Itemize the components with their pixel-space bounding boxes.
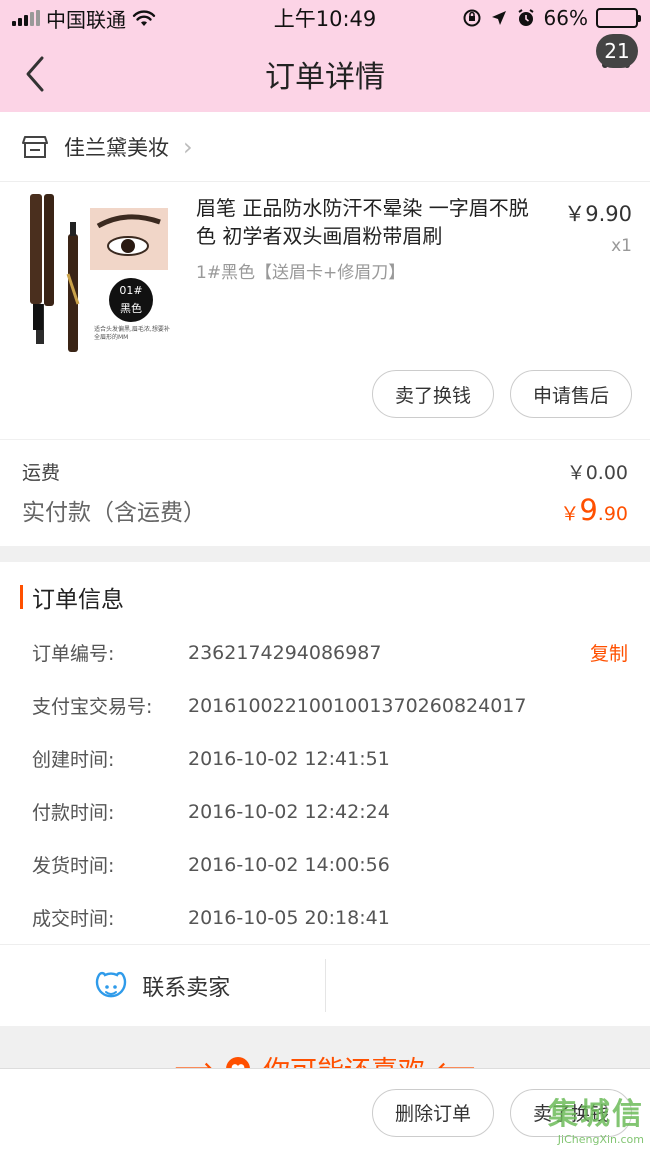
copy-button[interactable]: 复制 [590,639,628,666]
status-bar: 中国联通 上午10:49 66% [0,0,650,36]
location-icon [491,11,506,25]
back-arrow-icon[interactable] [20,54,50,94]
contact-seller-label: 联系卖家 [142,975,231,1001]
product-image[interactable]: 01# 黑色 适合头发偏黑,眉毛浓,想要补全眉形的MM [28,194,170,352]
product-price: ￥9.90 [564,202,632,226]
wifi-icon [132,10,156,26]
shop-name[interactable]: 佳兰黛美妆 [64,132,169,162]
contact-empty-slot [324,959,650,1012]
freight-value: ￥0.00 [566,461,628,484]
freight-label: 运费 [22,461,61,484]
sell-button[interactable]: 卖了换钱 [371,370,494,418]
contact-bar: 联系卖家 [0,944,650,1026]
info-row-alipay-number: 支付宝交易号: 2016100221001001370260824017 [32,694,527,719]
paid-amount: ￥9.90 [560,493,628,527]
chevron-right-icon: › [183,132,193,161]
contact-seller-button[interactable]: 联系卖家 [0,945,325,1026]
battery-icon [596,8,641,28]
item-actions: 卖了换钱 申请售后 [0,358,650,440]
section-title: 订单信息 [32,587,124,613]
page-title: 订单详情 [265,60,385,95]
info-row-order-number: 订单编号: 2362174294086987 复制 [32,626,628,679]
shop-row[interactable]: 佳兰黛美妆 › [0,112,650,182]
watermark-logo: 集城信 JiChengXin.com [548,1097,644,1146]
paid-label: 实付款（含运费） [22,500,206,526]
order-info-list: 订单编号: 2362174294086987 复制 支付宝交易号: 201610… [0,612,650,944]
delete-order-button[interactable]: 删除订单 [371,1088,494,1137]
product-row[interactable]: 01# 黑色 适合头发偏黑,眉毛浓,想要补全眉形的MM 眉笔 正品防水防汗不晕染… [0,182,650,358]
carrier-label: 中国联通 [46,7,126,32]
info-row-paid: 付款时间: 2016-10-02 12:42:24 [32,800,390,825]
thumb-caption: 适合头发偏黑,眉毛浓,想要补全眉形的MM [94,326,170,341]
alarm-icon [517,9,534,26]
section-accent-bar [20,585,23,609]
signal-icon [12,10,40,26]
info-row-shipped: 发货时间: 2016-10-02 14:00:56 [32,853,390,878]
product-name[interactable]: 眉笔 正品防水防汗不晕染 一字眉不脱色 初学者双头画眉粉带眉刷 [196,194,536,250]
info-row-created: 创建时间: 2016-10-02 12:41:51 [32,747,390,772]
thumb-tag-color: 黑色 [120,302,142,315]
battery-percent: 66% [543,6,588,30]
after-sale-button[interactable]: 申请售后 [509,370,632,418]
chat-smile-icon [96,971,127,997]
thumb-tag-num: 01# [119,284,143,297]
totals: 运费 ￥0.00 实付款（含运费） ￥9.90 [0,440,650,546]
clock: 上午10:49 [273,7,377,31]
message-count-badge[interactable]: 21 [596,34,638,68]
store-icon [22,135,48,158]
rotation-lock-icon [463,9,481,27]
info-row-completed: 成交时间: 2016-10-05 20:18:41 [32,906,390,931]
order-card: 佳兰黛美妆 › 01# 黑色 适合头发偏黑,眉毛浓,想要补全眉形的MM 眉笔 正… [0,112,650,546]
order-info-section: 订单信息 订单编号: 2362174294086987 复制 支付宝交易号: 2… [0,562,650,1026]
product-quantity: x1 [611,236,632,256]
divider [0,546,650,562]
bottom-action-bar: 删除订单 卖了换钱 集城信 JiChengXin.com [0,1068,650,1156]
header: 中国联通 上午10:49 66% 订单详情 21 [0,0,650,112]
nav-bar: 订单详情 21 [0,34,650,112]
product-sku: 1#黑色【送眉卡+修眉刀】 [196,263,406,283]
